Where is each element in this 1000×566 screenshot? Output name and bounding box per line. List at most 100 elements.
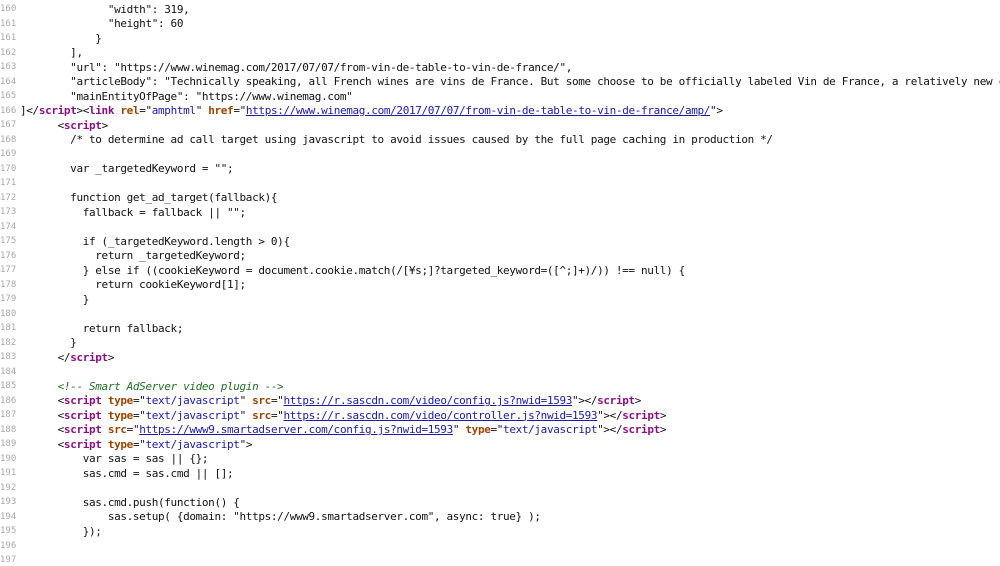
code-text: "width": 319, <box>20 2 190 16</box>
attribute-value: text/javascript <box>145 408 240 422</box>
line-code: ], <box>20 46 83 59</box>
source-line: 162 ], <box>0 46 1000 61</box>
source-line: 163 "url": "https://www.winemag.com/2017… <box>0 60 1000 75</box>
line-number: 197 <box>0 555 17 566</box>
source-line: 164 "articleBody": "Technically speaking… <box>0 75 1000 90</box>
line-number: 162 <box>0 47 17 58</box>
source-line: 160 "width": 319, <box>0 2 1000 17</box>
source-line: 188 <script src="https://www9.smartadser… <box>0 423 1000 438</box>
line-number: 181 <box>0 323 17 334</box>
code-text: } else if ((cookieKeyword = document.coo… <box>20 263 685 277</box>
line-number: 167 <box>0 120 17 131</box>
line-number: 196 <box>0 540 17 551</box>
source-viewer: 160 "width": 319, 161 "height": 60 161 } 16… <box>0 0 1000 566</box>
source-line: 175 if (_targetedKeyword.length > 0){ <box>0 234 1000 249</box>
line-number: 189 <box>0 439 17 450</box>
code-text: =" <box>490 423 504 437</box>
line-number: 166 <box>0 105 17 116</box>
attribute-value: amphtml <box>151 104 196 118</box>
attribute-name: type <box>107 394 133 408</box>
source-line: 172 function get_ad_target(fallback){ <box>0 191 1000 206</box>
line-number: 179 <box>0 294 17 305</box>
tag-name: script <box>38 104 77 118</box>
line-code: return cookieKeyword[1]; <box>20 278 246 291</box>
line-code: } <box>20 336 76 349</box>
code-text: =" <box>126 423 140 437</box>
code-text: =" <box>233 104 246 118</box>
code-text: sas.cmd.push(function() { <box>20 495 240 509</box>
line-number: 168 <box>0 134 17 145</box>
source-line: 170 var _targetedKeyword = ""; <box>0 162 1000 177</box>
code-comment: <!-- Smart AdServer video plugin --> <box>20 379 284 393</box>
attribute-value: text/javascript <box>145 394 240 408</box>
source-line: 165 "mainEntityOfPage": "https://www.win… <box>0 89 1000 104</box>
tag-name: script <box>63 423 102 437</box>
line-code: <script src="https://www9.smartadserver.… <box>20 423 667 437</box>
source-line: 192 <box>0 481 1000 496</box>
line-number: 178 <box>0 279 17 290</box>
code-text: "height": 60 <box>20 17 184 31</box>
source-line: 182 } <box>0 336 1000 351</box>
source-line: 168 /* to determine ad call target using… <box>0 133 1000 148</box>
code-text: "url": "https://www.winemag.com/2017/07/… <box>20 60 572 74</box>
source-link[interactable]: https://www.winemag.com/2017/07/07/from-… <box>246 104 711 117</box>
source-line: 169 <box>0 147 1000 162</box>
line-code: "mainEntityOfPage": "https://www.winemag… <box>20 90 352 103</box>
source-line: 190 var sas = sas || {}; <box>0 452 1000 467</box>
line-number: 169 <box>0 149 17 160</box>
code-text: =" <box>132 394 146 408</box>
code-text: " <box>452 423 466 437</box>
line-code: "height": 60 <box>20 17 183 30</box>
line-code: var sas = sas || {}; <box>20 452 208 465</box>
code-text: =" <box>270 394 284 408</box>
code-text: =" <box>132 437 146 451</box>
line-number: 191 <box>0 468 17 479</box>
code-text: " <box>195 104 209 118</box>
line-number: 192 <box>0 482 17 493</box>
line-number: 174 <box>0 221 17 232</box>
attribute-name: type <box>107 408 133 422</box>
code-text: /* to determine ad call target using jav… <box>20 133 773 147</box>
tag-name: link <box>89 104 115 118</box>
line-code: fallback = fallback || ""; <box>20 206 246 219</box>
line-number: 190 <box>0 453 17 464</box>
line-code: function get_ad_target(fallback){ <box>20 191 277 204</box>
code-text: ]</ <box>20 104 39 118</box>
code-text: var _targetedKeyword = ""; <box>20 162 234 176</box>
code-text: "articleBody": "Technically speaking, al… <box>20 75 1000 89</box>
source-link[interactable]: https://www9.smartadserver.com/config.js… <box>139 423 453 436</box>
line-number: 161 <box>0 18 17 29</box>
line-code: }); <box>20 525 102 538</box>
code-text: < <box>20 408 65 422</box>
code-text: > <box>101 118 108 132</box>
code-text: "mainEntityOfPage": "https://www.winemag… <box>20 89 353 103</box>
code-text: function get_ad_target(fallback){ <box>20 191 278 205</box>
source-link[interactable]: https://r.sascdn.com/video/controller.js… <box>284 409 598 422</box>
tag-name: script <box>597 394 635 408</box>
code-text: " <box>239 394 253 408</box>
line-number: 195 <box>0 526 17 537</box>
code-text: ], <box>20 46 83 60</box>
tag-name: script <box>63 394 102 408</box>
line-code: <!-- Smart AdServer video plugin --> <box>20 379 284 393</box>
line-number: 177 <box>0 265 17 276</box>
code-text: return cookieKeyword[1]; <box>20 278 246 292</box>
code-text: > <box>634 394 642 408</box>
source-link[interactable]: https://r.sascdn.com/video/config.js?nwi… <box>284 394 573 407</box>
line-number: 160 <box>0 4 17 15</box>
line-code: } <box>20 32 101 45</box>
code-text: var sas = sas || {}; <box>20 452 209 466</box>
line-number: 175 <box>0 236 17 247</box>
line-number: 186 <box>0 395 17 406</box>
source-line: 196 <box>0 539 1000 554</box>
source-line: 187 <script type="text/javascript" src="… <box>0 408 1000 423</box>
code-text: "> <box>710 104 723 118</box>
line-code: sas.cmd = sas.cmd || []; <box>20 467 234 480</box>
line-code: </script> <box>20 351 114 364</box>
line-number: 173 <box>0 207 17 218</box>
code-text: fallback = fallback || ""; <box>20 205 246 219</box>
source-line: 189 <script type="text/javascript"> <box>0 437 1000 452</box>
code-text: > <box>659 408 667 422</box>
line-number: 171 <box>0 178 17 189</box>
line-code: } else if ((cookieKeyword = document.coo… <box>20 264 685 277</box>
